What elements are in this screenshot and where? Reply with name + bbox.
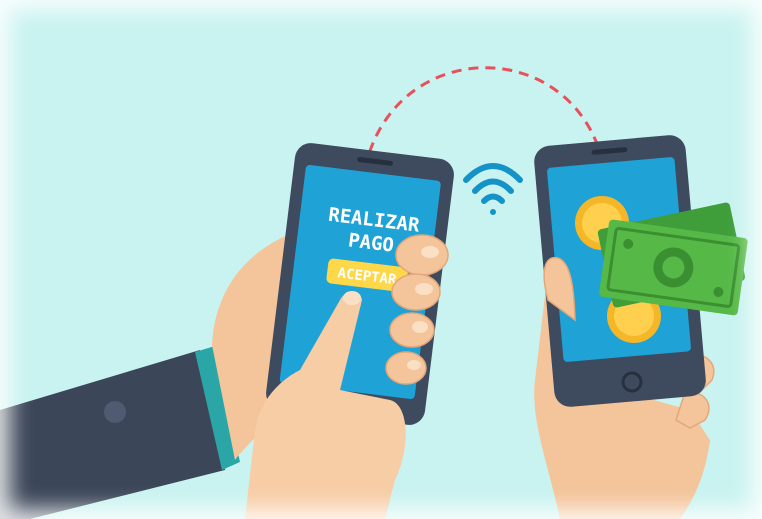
mobile-payment-illustration: REALIZAR PAGO ACEPTAR <box>0 0 762 519</box>
illustration-canvas: REALIZAR PAGO ACEPTAR <box>0 0 762 519</box>
